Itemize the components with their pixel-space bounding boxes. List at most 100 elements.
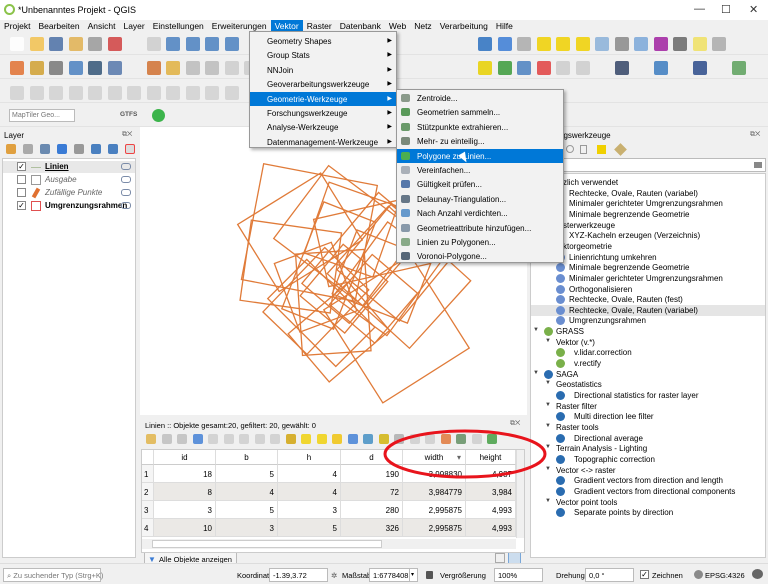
toolbar-tool-icon[interactable] [575, 61, 590, 75]
toolbar-tool-icon[interactable] [29, 61, 44, 75]
table-cell[interactable]: 5 [216, 501, 278, 519]
processing-tree-item[interactable]: Topographic correction [531, 454, 765, 465]
attribute-toolbar-icon[interactable] [223, 434, 234, 444]
submenu-item[interactable]: Zentroide... [397, 91, 563, 105]
toolbar-tool-icon[interactable] [614, 61, 629, 75]
table-cell[interactable]: 18 [154, 465, 216, 483]
attribute-toolbar-icon[interactable] [285, 434, 296, 444]
table-cell[interactable]: 4,993 [466, 501, 516, 519]
menu-bearbeiten[interactable]: Bearbeiten [34, 20, 83, 32]
table-cell[interactable]: 8 [154, 483, 216, 501]
add-group-icon[interactable] [23, 144, 33, 154]
submenu-item[interactable]: Geometrien sammeln... [397, 105, 563, 119]
menu-item[interactable]: NNJoin ▶ [250, 63, 396, 77]
processing-tree-item[interactable]: ▼ SAGA [531, 369, 765, 380]
row-number[interactable]: 2 [142, 483, 154, 501]
toolbar-tool-icon[interactable] [224, 86, 239, 100]
processing-tree-item[interactable]: ▼ Geostatistics [531, 379, 765, 390]
processing-tree-item[interactable]: Directional statistics for raster layer [531, 390, 765, 401]
toolbar-tool-icon[interactable] [107, 61, 122, 75]
table-cell[interactable]: 326 [341, 519, 403, 537]
processing-tree-item[interactable]: Minimaler gerichteter Umgrenzungsrahmen [531, 198, 765, 209]
collapse-all-icon[interactable] [108, 144, 118, 154]
attribute-toolbar-icon[interactable] [316, 434, 327, 444]
menu-item[interactable]: Forschungswerkzeuge ▶ [250, 106, 396, 120]
layer-visibility-checkbox[interactable]: ✓ [17, 162, 26, 171]
toolbar-tool-icon[interactable] [653, 37, 668, 51]
menu-item[interactable]: Datenmanagement-Werkzeuge ▶ [250, 135, 396, 149]
row-number[interactable]: 3 [142, 501, 154, 519]
processing-tree-item[interactable]: zlich verwendet [531, 177, 765, 188]
attribute-toolbar-icon[interactable] [347, 434, 358, 444]
toolbar-tool-icon[interactable] [185, 37, 200, 51]
attribute-toolbar-icon[interactable] [270, 434, 280, 444]
toolbar-tool-icon[interactable] [653, 61, 668, 75]
layer-item[interactable]: Ausgabe [3, 174, 135, 186]
processing-tree-item[interactable]: ▼ Vector <-> raster [531, 465, 765, 476]
expand-arrow-icon[interactable]: ▼ [545, 498, 551, 504]
toolbar-tool-icon[interactable] [205, 86, 219, 100]
processing-tree-item[interactable]: ▼ Raster tools [531, 422, 765, 433]
toolbar-tool-icon[interactable] [478, 61, 492, 75]
table-cell[interactable]: 4,993 [466, 519, 516, 537]
expand-arrow-icon[interactable]: ▼ [545, 338, 551, 344]
expand-arrow-icon[interactable]: ▼ [533, 370, 539, 376]
toolbar-tool-icon[interactable] [556, 37, 570, 51]
toolbar-tool-icon[interactable] [224, 61, 239, 75]
processing-tree-item[interactable]: Rechtecke, Ovale, Rauten (variabel) [531, 188, 765, 199]
layer-indicator-icon[interactable] [121, 176, 131, 183]
menu-hilfe[interactable]: Hilfe [492, 20, 517, 32]
toolbar-tool-icon[interactable] [146, 61, 161, 75]
layer-visibility-checkbox[interactable]: ✓ [17, 201, 26, 210]
toolbar-tool-icon[interactable] [166, 86, 180, 100]
submenu-item[interactable]: Geometrieattribute hinzufügen... [397, 221, 563, 235]
layer-item[interactable]: ✓ Umgrenzungsrahmen [3, 200, 135, 212]
menu-item[interactable]: Group Stats ▶ [250, 48, 396, 62]
processing-tree-item[interactable]: v.rectify [531, 358, 765, 369]
toolbar-tool-icon[interactable] [517, 37, 531, 51]
toolbar-tool-icon[interactable] [224, 37, 239, 51]
toolbar-tool-icon[interactable] [614, 37, 629, 51]
toolbar-tool-icon[interactable] [556, 61, 570, 75]
layer-indicator-icon[interactable] [121, 163, 131, 170]
layer-item[interactable]: Zufällige Punkte [3, 187, 135, 199]
menu-projekt[interactable]: Projekt [0, 20, 34, 32]
toolbar-tool-icon[interactable] [107, 86, 122, 100]
submenu-item[interactable]: Gültigkeit prüfen... [397, 177, 563, 191]
messages-icon[interactable] [752, 569, 763, 579]
processing-tree-item[interactable]: Minimale begrenzende Geometrie [531, 209, 765, 220]
toolbar-tool-icon[interactable] [49, 61, 63, 75]
menu-einstellungen[interactable]: Einstellungen [149, 20, 208, 32]
processing-tree-item[interactable]: Rechtecke, Ovale, Rauten (variabel) [531, 304, 765, 316]
toolbar-tool-icon[interactable] [497, 37, 512, 51]
lock-icon[interactable] [426, 571, 433, 579]
expand-arrow-icon[interactable]: ▼ [545, 380, 551, 386]
toolbar-tool-icon[interactable] [185, 61, 200, 75]
row-number[interactable]: 1 [142, 465, 154, 483]
history-icon[interactable] [566, 145, 574, 153]
toolbar-tool-icon[interactable] [88, 37, 102, 51]
processing-tree-item[interactable]: Orthogonalisieren [531, 284, 765, 295]
toolbar-tool-icon[interactable] [146, 37, 161, 51]
attribute-toolbar-icon[interactable] [254, 434, 265, 444]
processing-tree-item[interactable]: Rechtecke, Ovale, Rauten (fest) [531, 294, 765, 305]
render-checkbox[interactable]: ✓ [640, 570, 649, 579]
column-header-h[interactable]: h [278, 450, 341, 465]
maximize-button[interactable]: ☐ [721, 3, 731, 16]
options-icon[interactable] [614, 143, 627, 156]
layer-indicator-icon[interactable] [121, 189, 131, 196]
processing-tree-item[interactable]: ▼ Terrain Analysis - Lighting [531, 443, 765, 454]
toolbar-tool-icon[interactable] [166, 61, 180, 75]
table-cell[interactable]: 3 [154, 501, 216, 519]
table-cell[interactable]: 4 [278, 483, 341, 501]
scale-select[interactable]: 1:6778408 [369, 568, 411, 582]
table-cell[interactable]: 3 [278, 501, 341, 519]
table-corner[interactable] [142, 450, 154, 465]
toolbar-tool-icon[interactable] [673, 37, 687, 51]
magnifier-input[interactable]: 100% [494, 568, 543, 582]
toolbar-tool-icon[interactable] [185, 86, 200, 100]
processing-tree-item[interactable]: Minimaler gerichteter Umgrenzungsrahmen [531, 273, 765, 284]
processing-tree-item[interactable]: Gradient vectors from direction and leng… [531, 475, 765, 486]
toolbar-tool-icon[interactable] [692, 61, 707, 75]
toolbar-tool-icon[interactable] [10, 86, 24, 100]
